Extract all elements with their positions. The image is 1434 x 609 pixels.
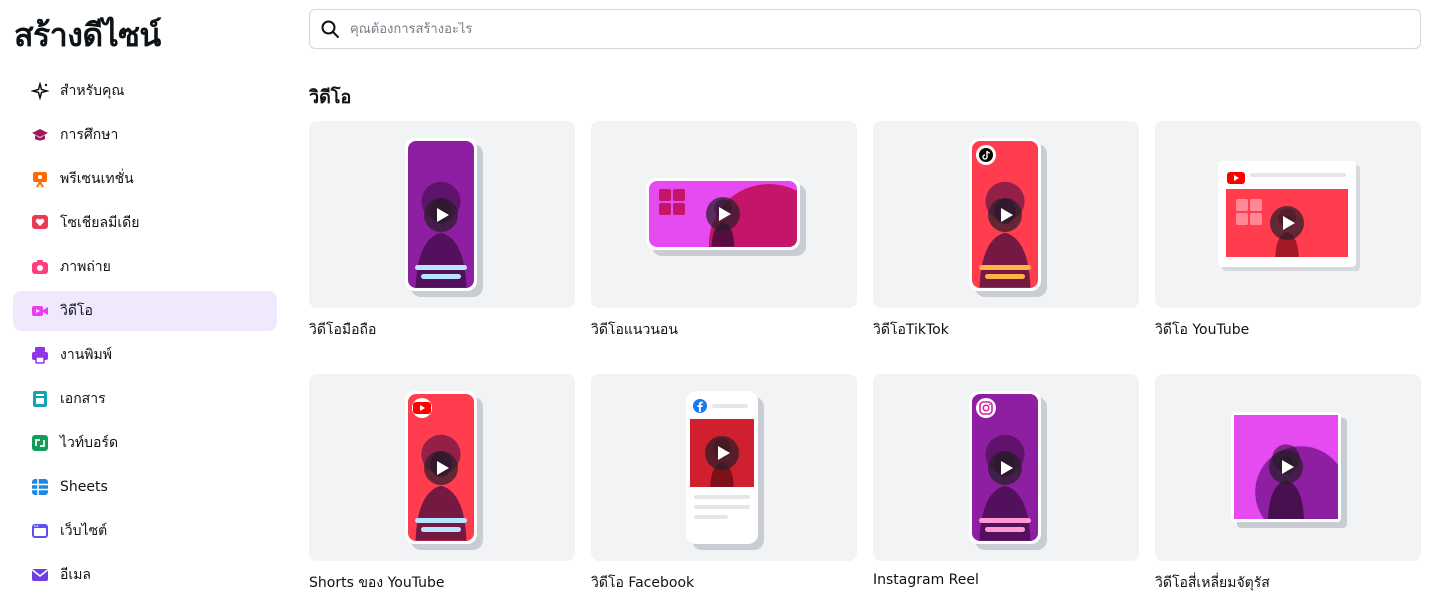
sidebar-item-6[interactable]: งานพิมพ์: [13, 335, 277, 375]
phone-mockup: [405, 138, 477, 291]
sidebar-item-label: วิดีโอ: [60, 303, 93, 319]
phone-mockup: [969, 138, 1041, 291]
play-icon: [424, 197, 458, 232]
page-title: สร้างดีไซน์: [14, 16, 161, 54]
play-icon: [1269, 450, 1303, 484]
template-label: วิดีโอ Facebook: [591, 575, 695, 591]
template-thumbnail[interactable]: [591, 374, 857, 561]
facebook-icon: [693, 399, 707, 413]
sidebar-item-0[interactable]: สำหรับคุณ: [13, 71, 277, 111]
sidebar-item-label: ภาพถ่าย: [60, 259, 111, 275]
play-icon: [988, 450, 1022, 485]
youtube-icon: [1227, 169, 1245, 188]
phone-mockup: [969, 391, 1041, 544]
play-icon: [706, 197, 740, 231]
play-icon: [705, 436, 739, 470]
sidebar-item-11[interactable]: อีเมล: [13, 555, 277, 595]
sidebar-item-label: พรีเซนเทชั่น: [60, 171, 134, 187]
search-input[interactable]: [350, 21, 1350, 37]
search-icon: [321, 20, 339, 38]
template-thumbnail[interactable]: [309, 121, 575, 308]
sidebar-item-1[interactable]: การศึกษา: [13, 115, 277, 155]
sidebar-item-4[interactable]: ภาพถ่าย: [13, 247, 277, 287]
template-thumbnail[interactable]: [873, 374, 1139, 561]
template-card[interactable]: Shorts ของ YouTube: [309, 374, 575, 594]
section-title: วิดีโอ: [309, 87, 352, 108]
sidebar-item-label: เอกสาร: [60, 391, 106, 407]
sidebar-item-7[interactable]: เอกสาร: [13, 379, 277, 419]
template-thumbnail[interactable]: [309, 374, 575, 561]
play-icon: [1270, 206, 1304, 240]
template-card[interactable]: Instagram Reel: [873, 374, 1139, 588]
camera-icon: [31, 258, 49, 276]
template-label: วิดีโอแนวนอน: [591, 322, 678, 338]
sidebar-item-10[interactable]: เว็บไซต์: [13, 511, 277, 551]
template-label: วิดีโอ YouTube: [1155, 322, 1250, 338]
template-label: วิดีโอมือถือ: [309, 322, 377, 338]
sidebar-item-label: ไวท์บอร์ด: [60, 435, 119, 451]
instagram-icon: [976, 398, 996, 418]
template-card[interactable]: วิดีโอTikTok: [873, 121, 1139, 341]
envelope-icon: [31, 566, 49, 584]
sidebar-item-label: Sheets: [60, 479, 108, 495]
template-card[interactable]: วิดีโอสี่เหลี่ยมจัตุรัส: [1155, 374, 1421, 594]
sidebar-item-label: เว็บไซต์: [60, 523, 108, 539]
phone-mockup: [686, 391, 758, 544]
phone-mockup: [405, 391, 477, 544]
template-label: Shorts ของ YouTube: [309, 575, 445, 591]
sidebar-item-2[interactable]: พรีเซนเทชั่น: [13, 159, 277, 199]
heart-icon: [31, 214, 49, 232]
document-icon: [31, 390, 49, 408]
youtube-icon: [412, 398, 432, 418]
template-label: วิดีโอสี่เหลี่ยมจัตุรัส: [1155, 575, 1270, 591]
template-card[interactable]: วิดีโอ YouTube: [1155, 121, 1421, 341]
browser-mockup: [1218, 161, 1356, 267]
square-mockup: [1231, 412, 1341, 522]
tiktok-icon: [976, 145, 996, 165]
template-thumbnail[interactable]: [1155, 121, 1421, 308]
sidebar-item-label: อีเมล: [60, 567, 92, 583]
template-thumbnail[interactable]: [591, 121, 857, 308]
play-icon: [424, 450, 458, 485]
play-icon: [988, 197, 1022, 232]
landscape-mockup: [646, 178, 800, 250]
search-bar[interactable]: [309, 9, 1421, 49]
template-card[interactable]: วิดีโอ Facebook: [591, 374, 857, 594]
presentation-icon: [31, 170, 49, 188]
graduation-cap-icon: [31, 126, 49, 144]
sidebar-item-label: การศึกษา: [60, 127, 119, 143]
website-icon: [31, 522, 49, 540]
template-thumbnail[interactable]: [873, 121, 1139, 308]
sidebar-item-label: งานพิมพ์: [60, 347, 112, 363]
video-camera-icon: [31, 302, 49, 320]
sidebar-item-label: สำหรับคุณ: [60, 83, 125, 99]
spreadsheet-icon: [31, 478, 49, 496]
sidebar-item-label: โซเชียลมีเดีย: [60, 215, 140, 231]
template-thumbnail[interactable]: [1155, 374, 1421, 561]
sidebar-item-9[interactable]: Sheets: [13, 467, 277, 507]
template-label: วิดีโอTikTok: [873, 322, 949, 338]
sidebar-item-3[interactable]: โซเชียลมีเดีย: [13, 203, 277, 243]
sidebar-item-8[interactable]: ไวท์บอร์ด: [13, 423, 277, 463]
whiteboard-icon: [31, 434, 49, 452]
template-card[interactable]: วิดีโอแนวนอน: [591, 121, 857, 341]
printer-icon: [31, 346, 49, 364]
sidebar-nav: สำหรับคุณการศึกษาพรีเซนเทชั่นโซเชียลมีเด…: [13, 71, 277, 599]
sparkle-icon: [31, 82, 49, 100]
sidebar-item-5[interactable]: วิดีโอ: [13, 291, 277, 331]
template-label: Instagram Reel: [873, 572, 979, 588]
template-card[interactable]: วิดีโอมือถือ: [309, 121, 575, 341]
